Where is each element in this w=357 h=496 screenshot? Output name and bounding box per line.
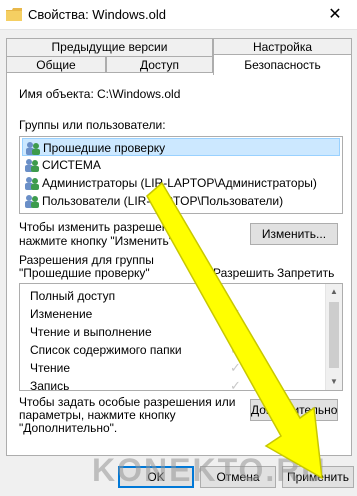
permission-name: Чтение [30, 361, 71, 375]
advanced-hint-line1: Чтобы задать особые разрешения или [19, 395, 236, 409]
permission-row-read: Чтение ✓ [20, 359, 320, 377]
groups-label: Группы или пользователи: [19, 118, 166, 132]
allow-check-icon: ✓ [230, 378, 241, 393]
permission-name: Запись [30, 379, 70, 393]
permission-row-write: Запись ✓ [20, 377, 320, 395]
groups-listbox[interactable]: Прошедшие проверку СИСТЕМА Администратор… [19, 136, 343, 214]
users-icon [26, 142, 40, 155]
change-hint-line2: нажмите кнопку "Изменить". [19, 234, 177, 248]
object-name-value: C:\Windows.old [97, 87, 181, 101]
scroll-down-icon[interactable]: ▼ [326, 374, 342, 390]
group-item-label: СИСТЕМА [42, 158, 101, 172]
deny-column-header: Запретить [277, 266, 335, 280]
permission-name: Полный доступ [30, 289, 116, 303]
group-item-label: Пользователи (LIR-LAPTOP\Пользователи) [42, 194, 284, 208]
object-name-label: Имя объекта: [19, 87, 94, 101]
group-item-authenticated-users[interactable]: Прошедшие проверку [22, 138, 340, 156]
advanced-hint-line2: параметры, нажмите кнопку [19, 408, 176, 422]
allow-column-header: Разрешить [213, 266, 275, 280]
group-item-administrators[interactable]: Администраторы (LIR-LAPTOP\Администратор… [22, 174, 340, 192]
group-item-label: Прошедшие проверку [43, 141, 166, 155]
advanced-hint-line3: "Дополнительно". [19, 421, 118, 435]
allow-check-icon: ✓ [230, 306, 241, 321]
watermark: KONEKTO.RU [92, 452, 327, 488]
change-hint-line1: Чтобы изменить разрешения, [19, 220, 185, 234]
group-item-users[interactable]: Пользователи (LIR-LAPTOP\Пользователи) [22, 192, 340, 210]
scroll-up-icon[interactable]: ▲ [326, 284, 342, 300]
security-panel: Имя объекта: C:\Windows.old Группы или п… [6, 72, 352, 456]
window-title: Свойства: Windows.old [28, 7, 167, 22]
permissions-list[interactable]: Полный доступ Изменение ✓ Чтение и выпол… [19, 283, 343, 393]
permissions-label-line1: Разрешения для группы [19, 253, 154, 267]
advanced-button[interactable]: Дополнительно [250, 399, 338, 421]
users-icon [25, 159, 39, 172]
permissions-scrollbar[interactable]: ▲ ▼ [325, 284, 342, 390]
permission-row-full-control: Полный доступ [20, 287, 320, 305]
scrollbar-thumb[interactable] [329, 302, 339, 368]
tab-security[interactable]: Безопасность [213, 54, 352, 75]
permissions-label-line2: "Прошедшие проверку" [19, 266, 150, 280]
users-icon [25, 177, 39, 190]
allow-check-icon: ✓ [230, 360, 241, 375]
folder-icon [6, 8, 22, 21]
allow-check-icon: ✓ [230, 324, 241, 339]
title-bar: Свойства: Windows.old ✕ [0, 0, 357, 30]
permission-row-list-folder: Список содержимого папки ✓ [20, 341, 320, 359]
permission-name: Изменение [30, 307, 93, 321]
permission-row-read-execute: Чтение и выполнение ✓ [20, 323, 320, 341]
close-button[interactable]: ✕ [313, 0, 357, 30]
permission-name: Список содержимого папки [30, 343, 182, 357]
permission-row-modify: Изменение ✓ [20, 305, 320, 323]
allow-check-icon: ✓ [230, 342, 241, 357]
tab-previous-versions[interactable]: Предыдущие версии [6, 38, 213, 56]
permission-name: Чтение и выполнение [30, 325, 152, 339]
users-icon [25, 195, 39, 208]
group-item-label: Администраторы (LIR-LAPTOP\Администратор… [42, 176, 317, 190]
group-item-system[interactable]: СИСТЕМА [22, 156, 340, 174]
edit-button[interactable]: Изменить... [250, 223, 338, 245]
